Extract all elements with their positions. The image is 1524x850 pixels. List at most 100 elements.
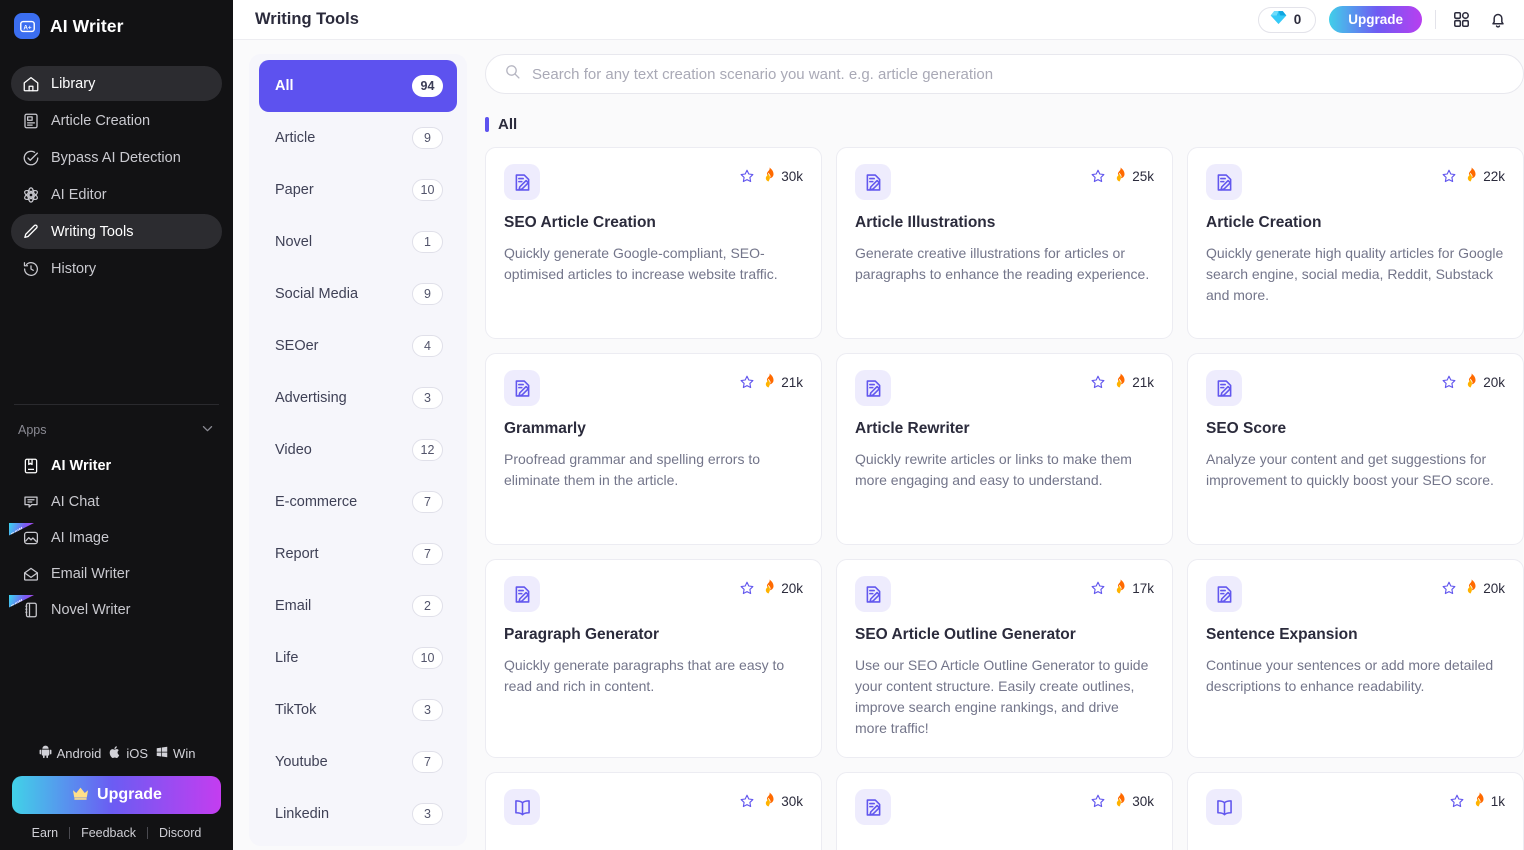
popularity: 20k: [763, 579, 803, 597]
notification-bell-icon[interactable]: [1486, 8, 1510, 32]
tool-card[interactable]: 22k Article Creation Quickly generate hi…: [1187, 147, 1524, 339]
search-input[interactable]: [532, 65, 1505, 83]
brand[interactable]: A+ AI Writer: [0, 0, 233, 52]
card-top: 1k: [1206, 789, 1505, 825]
apps-section-label: Apps: [18, 422, 47, 437]
card-description: Generate creative illustrations for arti…: [855, 245, 1150, 282]
tool-card[interactable]: 21k Grammarly Proofread grammar and spel…: [485, 353, 822, 545]
credits-pill[interactable]: 0: [1257, 6, 1317, 33]
favorite-star-icon[interactable]: [739, 793, 755, 809]
category-item-linkedin[interactable]: Linkedin 3: [259, 788, 457, 840]
category-item-paper[interactable]: Paper 10: [259, 164, 457, 216]
category-item-tiktok[interactable]: TikTok 3: [259, 684, 457, 736]
header-upgrade-button[interactable]: Upgrade: [1329, 6, 1422, 33]
sidebar-upgrade-button[interactable]: Upgrade: [12, 776, 221, 814]
app-item-ai-chat[interactable]: AI Chat: [11, 485, 222, 519]
card-meta: 30k: [739, 789, 803, 810]
footer-link-feedback[interactable]: Feedback: [70, 826, 147, 840]
tool-card[interactable]: 21k Article Rewriter Quickly rewrite art…: [836, 353, 1173, 545]
app-item-email-writer[interactable]: Email Writer: [11, 557, 222, 591]
category-item-life[interactable]: Life 10: [259, 632, 457, 684]
category-label: Paper: [275, 182, 314, 198]
category-panel: All 94 Article 9 Paper 10 Novel 1 Social…: [249, 54, 467, 846]
sidebar-item-ai-editor[interactable]: AI Editor: [11, 177, 222, 212]
card-top: 20k: [1206, 576, 1505, 612]
app-item-novel-writer[interactable]: new Novel Writer: [9, 593, 222, 627]
app-item-ai-image[interactable]: new AI Image: [9, 521, 222, 555]
category-count: 12: [412, 439, 443, 461]
category-item-seoer[interactable]: SEOer 4: [259, 320, 457, 372]
popularity-count: 17k: [1132, 580, 1154, 596]
category-count: 7: [412, 751, 443, 773]
category-count: 1: [412, 231, 443, 253]
favorite-star-icon[interactable]: [1441, 374, 1457, 390]
fire-icon: [763, 373, 776, 391]
favorite-star-icon[interactable]: [1449, 793, 1465, 809]
apps-section-toggle[interactable]: Apps: [0, 415, 233, 445]
tool-card[interactable]: 17k SEO Article Outline Generator Use ou…: [836, 559, 1173, 758]
main-area: Writing Tools 0 Upgrade All 94 Article 9…: [233, 0, 1524, 850]
apps-grid-icon[interactable]: [1449, 8, 1473, 32]
favorite-star-icon[interactable]: [1090, 374, 1106, 390]
windows-icon: [155, 745, 169, 762]
top-bar: Writing Tools 0 Upgrade: [233, 0, 1524, 40]
favorite-star-icon[interactable]: [739, 168, 755, 184]
card-description: Analyze your content and get suggestions…: [1206, 451, 1494, 488]
platform-android[interactable]: Android: [38, 744, 102, 762]
category-label: Report: [275, 546, 319, 562]
platform-ios[interactable]: iOS: [108, 745, 148, 762]
favorite-star-icon[interactable]: [1441, 168, 1457, 184]
sidebar-item-bypass-ai-detection[interactable]: Bypass AI Detection: [11, 140, 222, 175]
sidebar-item-library[interactable]: Library: [11, 66, 222, 101]
popularity-count: 20k: [1483, 374, 1505, 390]
footer-link-earn[interactable]: Earn: [21, 826, 69, 840]
favorite-star-icon[interactable]: [1090, 580, 1106, 596]
app-item-ai-writer[interactable]: AI Writer: [11, 449, 222, 483]
category-item-youtube[interactable]: Youtube 7: [259, 736, 457, 788]
category-item-social-media[interactable]: Social Media 9: [259, 268, 457, 320]
favorite-star-icon[interactable]: [739, 580, 755, 596]
tool-card[interactable]: 20k SEO Score Analyze your content and g…: [1187, 353, 1524, 545]
fire-icon: [1473, 792, 1486, 810]
category-count: 9: [412, 127, 443, 149]
popularity: 17k: [1114, 579, 1154, 597]
footer-link-discord[interactable]: Discord: [148, 826, 212, 840]
platform-windows[interactable]: Win: [155, 745, 195, 762]
category-item-all[interactable]: All 94: [259, 60, 457, 112]
crown-icon: [71, 785, 90, 806]
category-item-email[interactable]: Email 2: [259, 580, 457, 632]
category-count: 4: [412, 335, 443, 357]
platform-label: Android: [56, 745, 102, 761]
favorite-star-icon[interactable]: [1090, 168, 1106, 184]
category-item-novel[interactable]: Novel 1: [259, 216, 457, 268]
category-count: 2: [412, 595, 443, 617]
tool-card[interactable]: 30k: [836, 772, 1173, 850]
tool-card[interactable]: 30k SEO Article Creation Quickly generat…: [485, 147, 822, 339]
category-item-article[interactable]: Article 9: [259, 112, 457, 164]
sidebar-item-label: Article Creation: [51, 112, 151, 129]
favorite-star-icon[interactable]: [739, 374, 755, 390]
popularity: 20k: [1465, 579, 1505, 597]
favorite-star-icon[interactable]: [1441, 580, 1457, 596]
tool-card[interactable]: 30k: [485, 772, 822, 850]
favorite-star-icon[interactable]: [1090, 793, 1106, 809]
category-item-advertising[interactable]: Advertising 3: [259, 372, 457, 424]
tool-card[interactable]: 20k Sentence Expansion Continue your sen…: [1187, 559, 1524, 758]
tool-card[interactable]: 1k: [1187, 772, 1524, 850]
search-box[interactable]: [485, 54, 1524, 94]
popularity-count: 30k: [1132, 793, 1154, 809]
sidebar-item-history[interactable]: History: [11, 251, 222, 286]
tool-card[interactable]: 25k Article Illustrations Generate creat…: [836, 147, 1173, 339]
top-bar-actions: 0 Upgrade: [1257, 6, 1510, 33]
category-item-report[interactable]: Report 7: [259, 528, 457, 580]
chevron-down-icon: [200, 421, 215, 439]
category-item-e-commerce[interactable]: E-commerce 7: [259, 476, 457, 528]
app-item-label: AI Chat: [51, 493, 100, 510]
card-title: Sentence Expansion: [1206, 626, 1358, 643]
category-item-video[interactable]: Video 12: [259, 424, 457, 476]
doc-edit-icon: [504, 164, 540, 200]
tool-card[interactable]: 20k Paragraph Generator Quickly generate…: [485, 559, 822, 758]
popularity-count: 20k: [781, 580, 803, 596]
sidebar-item-writing-tools[interactable]: Writing Tools: [11, 214, 222, 249]
sidebar-item-article-creation[interactable]: Article Creation: [11, 103, 222, 138]
